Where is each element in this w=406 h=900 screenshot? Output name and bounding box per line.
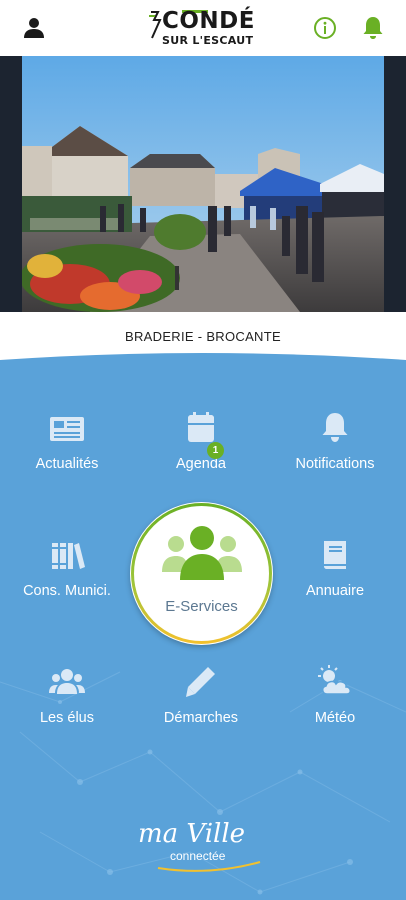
newspaper-icon bbox=[50, 417, 84, 441]
city-logo: CONDÉ SUR L'ESCAUT bbox=[148, 8, 264, 52]
menu-demarches[interactable]: Démarches bbox=[146, 664, 256, 754]
menu-notifications-label: Notifications bbox=[295, 456, 375, 472]
logo-text-line1: CONDÉ bbox=[162, 8, 255, 34]
eservices-label: E-Services bbox=[165, 598, 238, 615]
books-icon bbox=[52, 543, 85, 569]
info-icon[interactable] bbox=[313, 16, 337, 40]
pencil-icon bbox=[186, 667, 215, 697]
menu-actualites[interactable]: Actualités bbox=[12, 410, 122, 500]
market-scene-image bbox=[0, 56, 406, 312]
book-icon bbox=[324, 541, 346, 569]
menu-les-elus[interactable]: Les élus bbox=[12, 664, 122, 754]
hero-photo[interactable] bbox=[0, 56, 406, 312]
menu-les-elus-label: Les élus bbox=[39, 710, 94, 726]
agenda-badge: 1 bbox=[207, 442, 224, 459]
menu-annuaire-label: Annuaire bbox=[305, 583, 365, 599]
menu-notifications[interactable]: Notifications bbox=[280, 410, 390, 500]
bell-icon bbox=[322, 413, 348, 442]
users-icon bbox=[162, 526, 242, 580]
app-header: CONDÉ SUR L'ESCAUT bbox=[0, 0, 406, 56]
weather-icon bbox=[318, 665, 351, 695]
user-icon[interactable] bbox=[22, 16, 46, 40]
eservices-button[interactable]: E-Services bbox=[130, 502, 273, 645]
menu-agenda-label: Agenda bbox=[176, 456, 226, 472]
calendar-icon bbox=[188, 412, 214, 442]
menu-actualites-label: Actualités bbox=[35, 456, 99, 472]
menu-annuaire[interactable]: Annuaire bbox=[280, 537, 390, 627]
ma-ville-connectee-logo: ma Ville connectée bbox=[138, 819, 261, 872]
menu-demarches-label: Démarches bbox=[163, 710, 239, 726]
brand-line1: ma Ville bbox=[138, 819, 245, 849]
logo-text-line2: SUR L'ESCAUT bbox=[162, 34, 254, 47]
menu-meteo[interactable]: Météo bbox=[280, 664, 390, 754]
menu-cons-munici-label: Cons. Munici. bbox=[23, 583, 111, 599]
group-icon bbox=[49, 669, 85, 694]
menu-meteo-label: Météo bbox=[314, 710, 356, 726]
bell-icon[interactable] bbox=[361, 15, 385, 41]
menu-cons-munici[interactable]: Cons. Munici. bbox=[12, 537, 122, 627]
menu-agenda[interactable]: Agenda bbox=[146, 410, 256, 500]
brand-line2: connectée bbox=[170, 849, 226, 863]
